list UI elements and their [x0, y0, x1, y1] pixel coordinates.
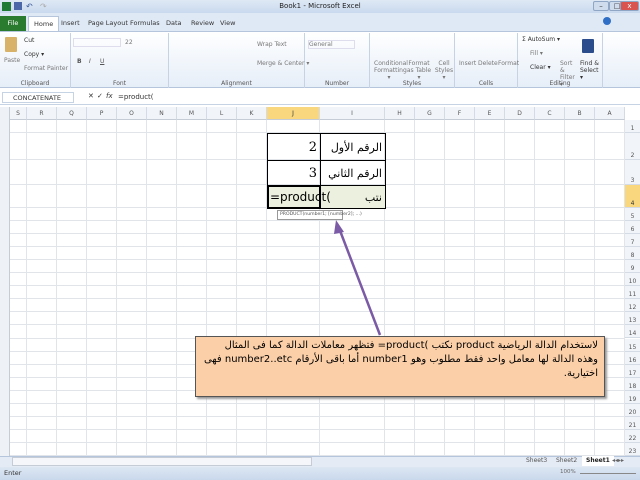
callout-box: لاستخدام الدالة الرياضية product نكتب )p… [195, 336, 605, 397]
sheet-tab-sheet2[interactable]: Sheet2 [552, 456, 581, 466]
status-mode: Enter [4, 469, 22, 477]
sheet-tab-sheet3[interactable]: Sheet3 [522, 456, 551, 466]
horizontal-scrollbar[interactable] [12, 457, 312, 466]
sheet-nav-arrows[interactable]: ◂◂▸▸ [612, 457, 624, 464]
arrow-line [337, 227, 382, 336]
sheet-tab-sheet1[interactable]: Sheet1 [582, 456, 614, 466]
arrow [334, 220, 382, 336]
zoom-level: 100% [560, 469, 576, 475]
arrow-head [334, 220, 344, 234]
status-bar: Enter [0, 467, 640, 480]
zoom-slider[interactable] [580, 473, 636, 474]
